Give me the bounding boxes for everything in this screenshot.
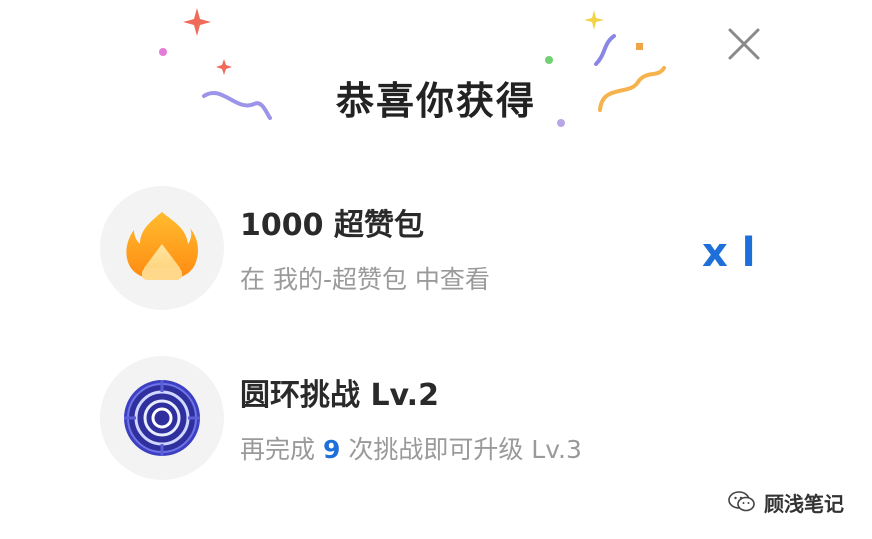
confetti-dot <box>636 43 643 50</box>
reward-icon-container <box>100 186 224 310</box>
flame-icon <box>126 212 198 280</box>
description-prefix: 再完成 <box>240 435 316 464</box>
close-button[interactable] <box>722 22 766 66</box>
watermark-text: 顾浅笔记 <box>764 491 844 516</box>
confetti-squiggle <box>594 34 616 66</box>
reward-description: 再完成 9 次挑战即可升级 Lv.3 <box>240 430 582 466</box>
remaining-challenge-count: 9 <box>322 435 341 464</box>
watermark: 顾浅笔记 <box>728 484 844 520</box>
reward-quantity: x l <box>702 230 756 276</box>
reward-description: 在 我的-超赞包 中查看 <box>240 265 490 294</box>
sparkle-icon <box>183 8 211 36</box>
ring-target-icon <box>124 380 200 456</box>
close-icon <box>728 28 760 60</box>
confetti-dot <box>545 56 553 64</box>
dialog-title: 恭喜你获得 <box>335 79 536 123</box>
description-suffix: 次挑战即可升级 Lv.3 <box>348 435 582 464</box>
wechat-icon <box>728 491 755 512</box>
confetti-dot <box>159 48 167 56</box>
sparkle-icon <box>584 10 604 30</box>
reward-name: 1000 超赞包 <box>240 208 424 243</box>
reward-name: 圆环挑战 Lv.2 <box>240 378 439 413</box>
reward-icon-container <box>100 356 224 480</box>
reward-item-ring-challenge: 圆环挑战 Lv.2 再完成 9 次挑战即可升级 Lv.3 <box>100 356 800 480</box>
reward-dialog: 恭喜你获得 1000 超赞包 在 我的-超赞包 中查看 x l 圆环挑战 Lv.… <box>0 0 872 539</box>
reward-item-super-like-pack: 1000 超赞包 在 我的-超赞包 中查看 x l <box>100 186 800 310</box>
